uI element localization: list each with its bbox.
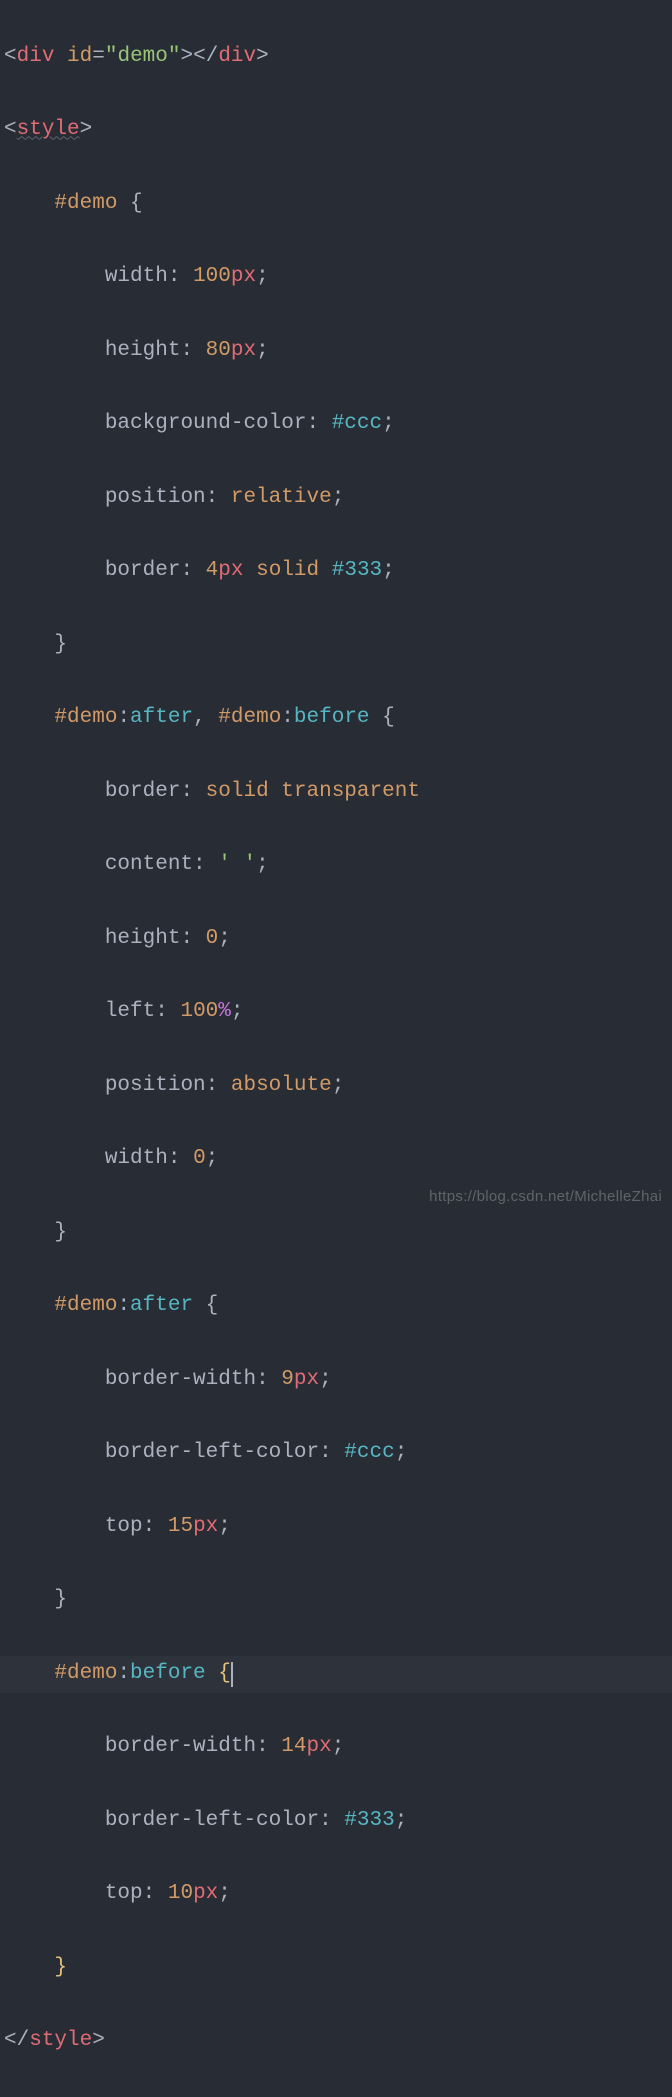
code-line: } [0,1215,672,1252]
code-line: background-color: #ccc; [0,406,672,443]
code-line: border-left-color: #333; [0,1803,672,1840]
code-line: height: 0; [0,921,672,958]
code-line: content: ' '; [0,847,672,884]
tag-name: div [17,45,55,68]
code-line: #demo:after { [0,1288,672,1325]
code-line: left: 100%; [0,994,672,1031]
code-line: } [0,1950,672,1987]
code-line: <style> [0,112,672,149]
code-editor[interactable]: <div id="demo"></div> <style> #demo { wi… [0,0,672,2097]
text-cursor [231,1662,233,1687]
code-line: position: absolute; [0,1068,672,1105]
code-line: width: 100px; [0,259,672,296]
code-line: #demo { [0,186,672,223]
attr-value: demo [117,45,167,68]
code-line: </style> [0,2023,672,2060]
code-line: width: 0; [0,1141,672,1178]
code-line: top: 15px; [0,1509,672,1546]
code-line: top: 10px; [0,1876,672,1913]
code-line: height: 80px; [0,333,672,370]
code-line: #demo:after, #demo:before { [0,700,672,737]
code-line: border-left-color: #ccc; [0,1435,672,1472]
watermark-text: https://blog.csdn.net/MichelleZhai [429,1184,662,1210]
code-line: } [0,1582,672,1619]
css-prop: width [105,265,168,288]
code-line: border: solid transparent [0,774,672,811]
code-line: <div id="demo"></div> [0,39,672,76]
angle-bracket: < [4,45,17,68]
code-line: border: 4px solid #333; [0,553,672,590]
attr-name: id [67,45,92,68]
code-line: border-width: 9px; [0,1362,672,1399]
code-line: position: relative; [0,480,672,517]
code-line: border-width: 14px; [0,1729,672,1766]
code-line: } [0,627,672,664]
css-selector: #demo [54,192,117,215]
tag-name: style [17,118,80,141]
code-line-active: #demo:before { [0,1656,672,1693]
